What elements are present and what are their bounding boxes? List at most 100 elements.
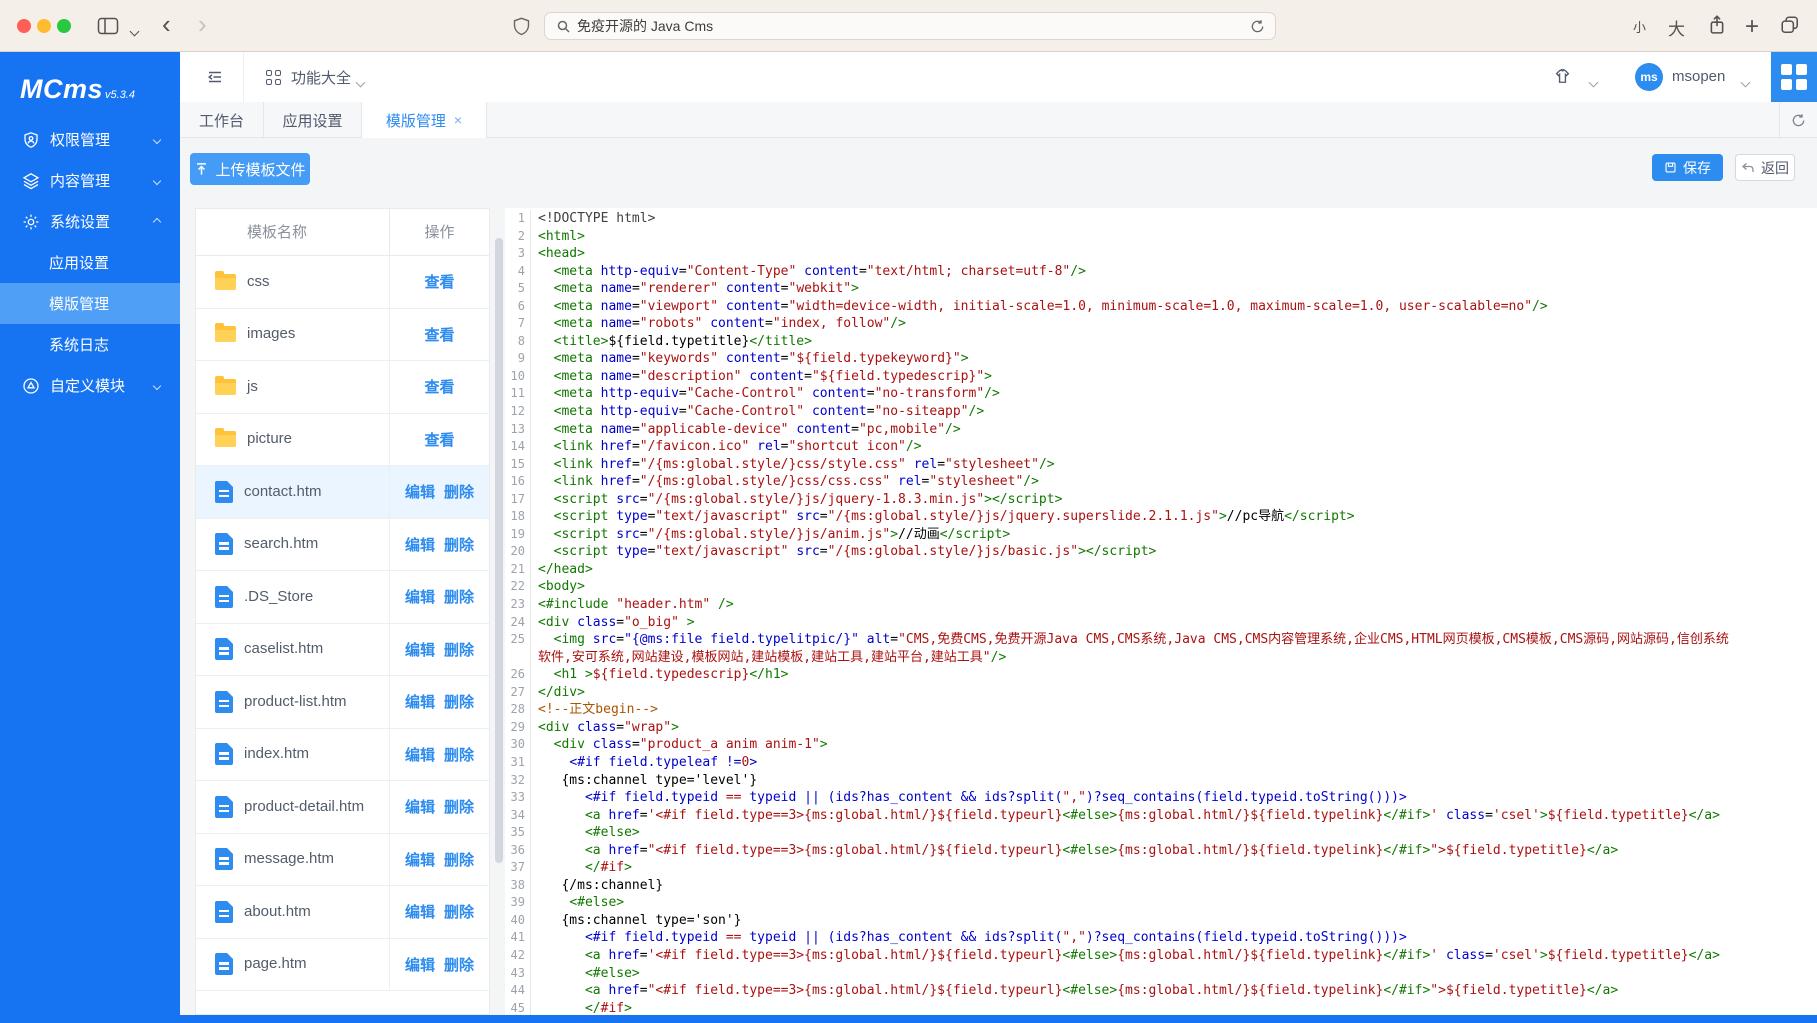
sidebar-item-system[interactable]: 系统设置 xyxy=(0,201,180,242)
theme-tshirt-icon[interactable] xyxy=(1552,67,1573,87)
action-delete[interactable]: 删除 xyxy=(444,586,474,607)
code-line[interactable]: 1<!DOCTYPE html> xyxy=(505,210,1817,228)
code-line[interactable]: 37 </#if> xyxy=(505,859,1817,877)
window-close-button[interactable] xyxy=(17,19,31,33)
table-row[interactable]: picture查看 xyxy=(196,414,489,467)
code-line[interactable]: 44 <a href="<#if field.type==3>{ms:globa… xyxy=(505,982,1817,1000)
action-edit[interactable]: 编辑 xyxy=(405,586,435,607)
apps-grid-button[interactable] xyxy=(1771,52,1817,102)
action-edit[interactable]: 编辑 xyxy=(405,744,435,765)
code-line[interactable]: 5 <meta name="renderer" content="webkit"… xyxy=(505,280,1817,298)
code-line[interactable]: 39 <#else> xyxy=(505,894,1817,912)
action-view[interactable]: 查看 xyxy=(424,324,454,345)
code-line[interactable]: 26 <h1 >${field.typedescrip}</h1> xyxy=(505,666,1817,684)
feature-menu[interactable]: 功能大全 xyxy=(291,67,351,88)
action-edit[interactable]: 编辑 xyxy=(405,901,435,922)
chevron-down-icon[interactable] xyxy=(357,73,364,91)
upload-template-button[interactable]: 上传模板文件 xyxy=(190,153,310,185)
code-line[interactable]: 4 <meta http-equiv="Content-Type" conten… xyxy=(505,263,1817,281)
action-delete[interactable]: 删除 xyxy=(444,534,474,555)
action-delete[interactable]: 删除 xyxy=(444,901,474,922)
code-line[interactable]: 7 <meta name="robots" content="index, fo… xyxy=(505,315,1817,333)
table-row[interactable]: css查看 xyxy=(196,256,489,309)
code-line[interactable]: 14 <link href="/favicon.ico" rel="shortc… xyxy=(505,438,1817,456)
action-delete[interactable]: 删除 xyxy=(444,639,474,660)
action-edit[interactable]: 编辑 xyxy=(405,481,435,502)
share-icon[interactable] xyxy=(1708,14,1726,36)
new-tab-icon[interactable]: + xyxy=(1745,13,1759,41)
action-edit[interactable]: 编辑 xyxy=(405,796,435,817)
code-line[interactable]: 35 <#else> xyxy=(505,824,1817,842)
chevron-down-icon[interactable] xyxy=(1742,73,1749,91)
code-line[interactable]: 40 {ms:channel type='son'} xyxy=(505,912,1817,930)
table-row[interactable]: index.htm编辑删除 xyxy=(196,729,489,782)
code-line[interactable]: 24<div class="o_big" > xyxy=(505,614,1817,632)
code-line[interactable]: 2<html> xyxy=(505,228,1817,246)
close-tab-icon[interactable]: × xyxy=(454,113,462,127)
code-line[interactable]: 19 <script src="/{ms:global.style/}js/an… xyxy=(505,526,1817,544)
code-line[interactable]: 25 <img src="{@ms:file field.typelitpic/… xyxy=(505,631,1817,666)
browser-sidebar-icon[interactable] xyxy=(97,17,119,35)
reload-icon[interactable] xyxy=(1250,19,1265,34)
sidebar-item-system-log[interactable]: 系统日志 xyxy=(0,324,180,365)
tabs-overview-icon[interactable] xyxy=(1780,15,1800,35)
save-button[interactable]: 保存 xyxy=(1652,154,1723,181)
code-line[interactable]: 6 <meta name="viewport" content="width=d… xyxy=(505,298,1817,316)
action-view[interactable]: 查看 xyxy=(424,429,454,450)
code-line[interactable]: 32 {ms:channel type='level'} xyxy=(505,772,1817,790)
username[interactable]: msopen xyxy=(1672,68,1725,85)
code-line[interactable]: 34 <a href='<#if field.type==3>{ms:globa… xyxy=(505,807,1817,825)
code-line[interactable]: 11 <meta http-equiv="Cache-Control" cont… xyxy=(505,385,1817,403)
action-delete[interactable]: 删除 xyxy=(444,691,474,712)
code-line[interactable]: 21</head> xyxy=(505,561,1817,579)
code-line[interactable]: 3<head> xyxy=(505,245,1817,263)
table-row[interactable]: message.htm编辑删除 xyxy=(196,834,489,887)
code-line[interactable]: 8 <title>${field.typetitle}</title> xyxy=(505,333,1817,351)
table-row[interactable]: search.htm编辑删除 xyxy=(196,519,489,572)
file-panel-scrollbar[interactable] xyxy=(495,238,503,863)
back-icon[interactable]: ‹ xyxy=(162,14,171,34)
table-row[interactable]: product-detail.htm编辑删除 xyxy=(196,781,489,834)
refresh-tab-button[interactable] xyxy=(1779,102,1817,138)
window-zoom-button[interactable] xyxy=(57,19,71,33)
back-button[interactable]: 返回 xyxy=(1735,154,1795,181)
code-line[interactable]: 27</div> xyxy=(505,684,1817,702)
action-view[interactable]: 查看 xyxy=(424,271,454,292)
code-line[interactable]: 12 <meta http-equiv="Cache-Control" cont… xyxy=(505,403,1817,421)
table-row[interactable]: about.htm编辑删除 xyxy=(196,886,489,939)
code-line[interactable]: 15 <link href="/{ms:global.style/}css/st… xyxy=(505,456,1817,474)
grid-menu-icon[interactable] xyxy=(266,70,281,85)
sidebar-item-custom-module[interactable]: 自定义模块 xyxy=(0,365,180,406)
code-line[interactable]: 23<#include "header.htm" /> xyxy=(505,596,1817,614)
window-minimize-button[interactable] xyxy=(37,19,51,33)
code-line[interactable]: 42 <a href='<#if field.type==3>{ms:globa… xyxy=(505,947,1817,965)
avatar[interactable]: ms xyxy=(1635,63,1663,91)
sidebar-item-permissions[interactable]: 权限管理 xyxy=(0,119,180,160)
code-line[interactable]: 41 <#if field.typeid == typeid || (ids?h… xyxy=(505,929,1817,947)
action-edit[interactable]: 编辑 xyxy=(405,954,435,975)
action-edit[interactable]: 编辑 xyxy=(405,691,435,712)
table-row[interactable]: caselist.htm编辑删除 xyxy=(196,624,489,677)
code-line[interactable]: 43 <#else> xyxy=(505,965,1817,983)
table-row[interactable]: .DS_Store编辑删除 xyxy=(196,571,489,624)
action-delete[interactable]: 删除 xyxy=(444,744,474,765)
code-line[interactable]: 17 <script src="/{ms:global.style/}js/jq… xyxy=(505,491,1817,509)
table-row[interactable]: page.htm编辑删除 xyxy=(196,939,489,992)
action-delete[interactable]: 删除 xyxy=(444,954,474,975)
code-line[interactable]: 30 <div class="product_a anim anim-1"> xyxy=(505,736,1817,754)
code-line[interactable]: 38 {/ms:channel} xyxy=(505,877,1817,895)
tab-workbench[interactable]: 工作台 xyxy=(180,102,264,138)
code-line[interactable]: 29<div class="wrap"> xyxy=(505,719,1817,737)
code-line[interactable]: 31 <#if field.typeleaf !=0> xyxy=(505,754,1817,772)
sidebar-chevron-icon[interactable] xyxy=(131,22,138,40)
code-line[interactable]: 18 <script type="text/javascript" src="/… xyxy=(505,508,1817,526)
address-bar[interactable]: 免疫开源的 Java Cms xyxy=(544,12,1276,40)
code-line[interactable]: 36 <a href="<#if field.type==3>{ms:globa… xyxy=(505,842,1817,860)
code-line[interactable]: 20 <script type="text/javascript" src="/… xyxy=(505,543,1817,561)
chevron-down-icon[interactable] xyxy=(1590,73,1597,91)
sidebar-item-app-settings[interactable]: 应用设置 xyxy=(0,242,180,283)
code-line[interactable]: 16 <link href="/{ms:global.style/}css/cs… xyxy=(505,473,1817,491)
tab-app-settings[interactable]: 应用设置 xyxy=(264,102,362,138)
privacy-shield-icon[interactable] xyxy=(513,17,530,36)
forward-icon[interactable]: › xyxy=(198,14,207,34)
